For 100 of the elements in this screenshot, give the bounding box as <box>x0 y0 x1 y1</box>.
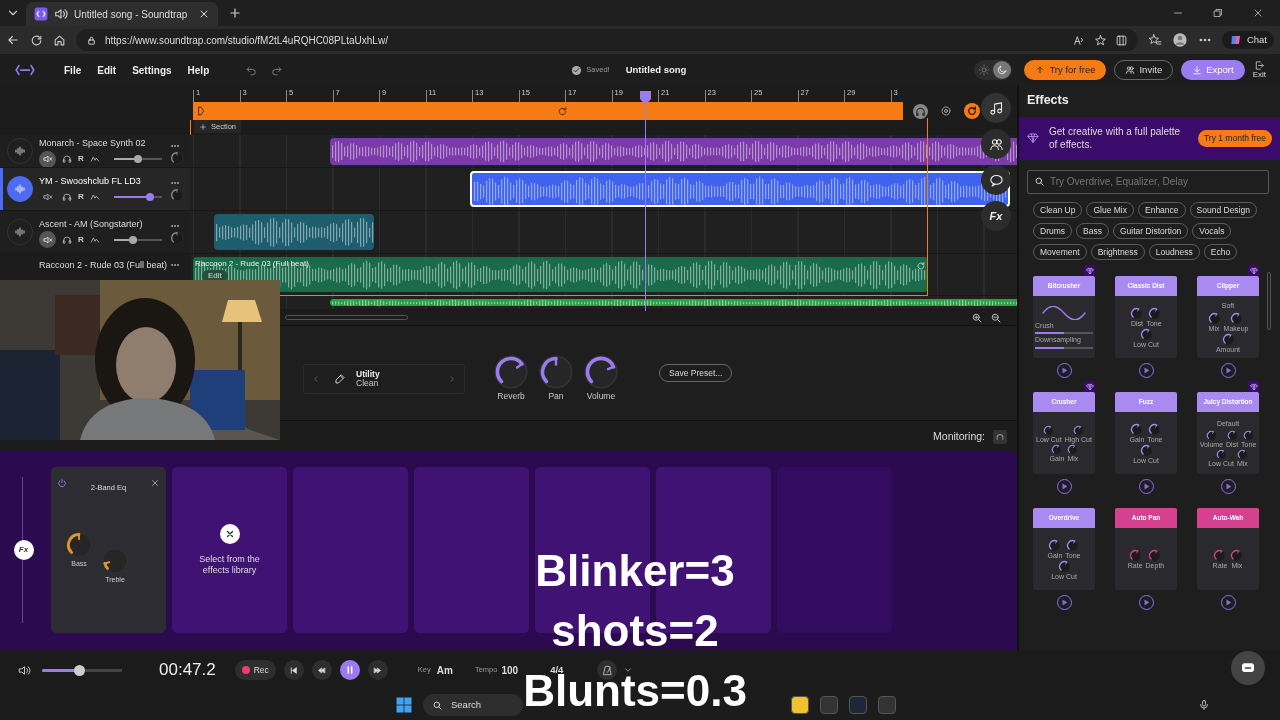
zoom-in-icon[interactable] <box>971 311 983 324</box>
app-logo-icon[interactable] <box>14 63 36 77</box>
close-icon[interactable] <box>198 8 210 20</box>
rewind-button[interactable] <box>311 660 332 680</box>
try-free-button[interactable]: Try for free <box>1024 60 1107 80</box>
automation-icon[interactable] <box>89 191 100 202</box>
menu-item[interactable]: Help <box>179 62 218 78</box>
knob[interactable] <box>1215 448 1227 460</box>
knob[interactable] <box>1072 424 1084 436</box>
fast-forward-button[interactable] <box>367 660 388 680</box>
knob[interactable] <box>1048 538 1062 552</box>
audio-clip[interactable]: Raccoon 2 - Rude 03 (Full beat) Edit <box>193 257 928 292</box>
windows-start-icon[interactable] <box>395 696 413 714</box>
automation-icon[interactable] <box>89 154 100 164</box>
menu-item[interactable]: Settings <box>124 62 180 78</box>
record-button[interactable]: Rec <box>234 660 276 680</box>
reader-icon[interactable] <box>1114 33 1128 47</box>
pan-knob[interactable] <box>170 231 184 246</box>
new-tab-icon[interactable] <box>228 6 242 20</box>
audio-clip[interactable] <box>330 138 1017 165</box>
play-pause-button[interactable] <box>339 660 360 680</box>
knob[interactable] <box>1139 443 1153 457</box>
knob[interactable] <box>583 353 619 390</box>
effect-slot[interactable]: Select from the effects library <box>172 467 287 633</box>
app-icon[interactable] <box>791 696 809 714</box>
chat-button[interactable]: Chat <box>1221 30 1274 50</box>
knob[interactable] <box>1066 538 1080 552</box>
knob[interactable] <box>1207 311 1221 325</box>
knob[interactable] <box>1236 448 1248 460</box>
knob[interactable] <box>1243 429 1255 441</box>
trial-button[interactable]: Try 1 month free <box>1197 129 1272 147</box>
audio-clip[interactable] <box>214 214 374 250</box>
scrollbar-thumb[interactable] <box>285 315 408 320</box>
knob[interactable] <box>1067 443 1079 455</box>
microphone-icon[interactable] <box>1198 699 1210 711</box>
knob[interactable] <box>1139 327 1153 341</box>
volume-icon[interactable] <box>18 663 31 677</box>
knob[interactable] <box>101 547 129 576</box>
close-icon[interactable] <box>219 523 240 544</box>
taskbar-search-field[interactable]: Search <box>423 694 523 716</box>
audio-clip[interactable] <box>330 299 1017 306</box>
key-value[interactable]: Am <box>436 662 453 678</box>
close-icon[interactable] <box>1252 7 1264 19</box>
knob[interactable] <box>1130 422 1144 436</box>
knob[interactable] <box>1213 549 1227 563</box>
pan-knob[interactable] <box>170 188 184 203</box>
knob[interactable] <box>1051 443 1063 455</box>
knob[interactable] <box>1226 429 1238 441</box>
record-button[interactable]: R <box>78 153 84 165</box>
automation-icon[interactable] <box>89 234 100 245</box>
browser-tab[interactable]: Untitled song - Soundtrap <box>26 2 218 26</box>
headphones-icon[interactable] <box>62 191 72 202</box>
knob[interactable] <box>1128 549 1142 563</box>
loop-toggle-icon[interactable] <box>964 103 980 119</box>
monitoring-icon[interactable] <box>993 429 1007 444</box>
mute-button[interactable] <box>39 150 56 167</box>
knob[interactable] <box>1205 429 1217 441</box>
effects-button[interactable]: Fx <box>13 540 34 560</box>
knob[interactable] <box>1043 424 1055 436</box>
theme-toggle[interactable] <box>974 60 1013 80</box>
restore-icon[interactable] <box>1212 7 1224 19</box>
favorites-icon[interactable] <box>1147 33 1162 47</box>
reset-icon[interactable] <box>916 261 926 271</box>
headphones-icon[interactable] <box>62 154 72 164</box>
knob[interactable] <box>1147 306 1161 320</box>
scrollbar-thumb[interactable] <box>1267 272 1271 331</box>
settings-icon[interactable] <box>940 105 952 117</box>
menu-item[interactable]: Edit <box>89 62 125 78</box>
track-name[interactable]: Ascent - AM (Songstarter) <box>39 215 170 232</box>
loop-icon[interactable] <box>557 105 568 117</box>
playhead[interactable] <box>640 91 651 311</box>
chevron-down-icon[interactable] <box>623 665 634 675</box>
menu-item[interactable]: File <box>56 62 90 78</box>
read-aloud-icon[interactable] <box>1072 33 1086 47</box>
back-icon[interactable] <box>6 33 20 47</box>
knob[interactable] <box>1130 306 1144 320</box>
favorite-icon[interactable] <box>1093 33 1107 47</box>
knob[interactable] <box>1148 549 1162 563</box>
refresh-icon[interactable] <box>30 33 43 47</box>
track-name[interactable]: Raccoon 2 - Rude 03 (Full beat) <box>39 254 170 273</box>
headphones-icon[interactable] <box>913 103 928 119</box>
knob[interactable] <box>1057 559 1071 573</box>
knob[interactable] <box>65 531 93 560</box>
exit-button[interactable]: Exit <box>1252 60 1266 80</box>
headphones-icon[interactable] <box>62 234 72 245</box>
audio-clip[interactable] <box>470 171 1010 207</box>
start-marker-icon[interactable] <box>197 105 207 117</box>
record-button[interactable]: R <box>78 190 84 203</box>
knob[interactable] <box>1221 332 1235 346</box>
knob[interactable] <box>538 353 574 390</box>
mute-button[interactable] <box>39 231 56 249</box>
song-title[interactable]: Untitled song <box>625 62 687 78</box>
zoom-out-icon[interactable] <box>990 311 1002 324</box>
knob[interactable] <box>1148 422 1162 436</box>
pan-knob[interactable] <box>170 150 184 165</box>
search-field[interactable]: Try Overdrive, Equalizer, Delay <box>1027 169 1269 194</box>
power-icon[interactable] <box>57 477 67 488</box>
skip-back-button[interactable] <box>283 660 304 680</box>
home-icon[interactable] <box>53 33 66 47</box>
knob[interactable] <box>1229 311 1243 325</box>
